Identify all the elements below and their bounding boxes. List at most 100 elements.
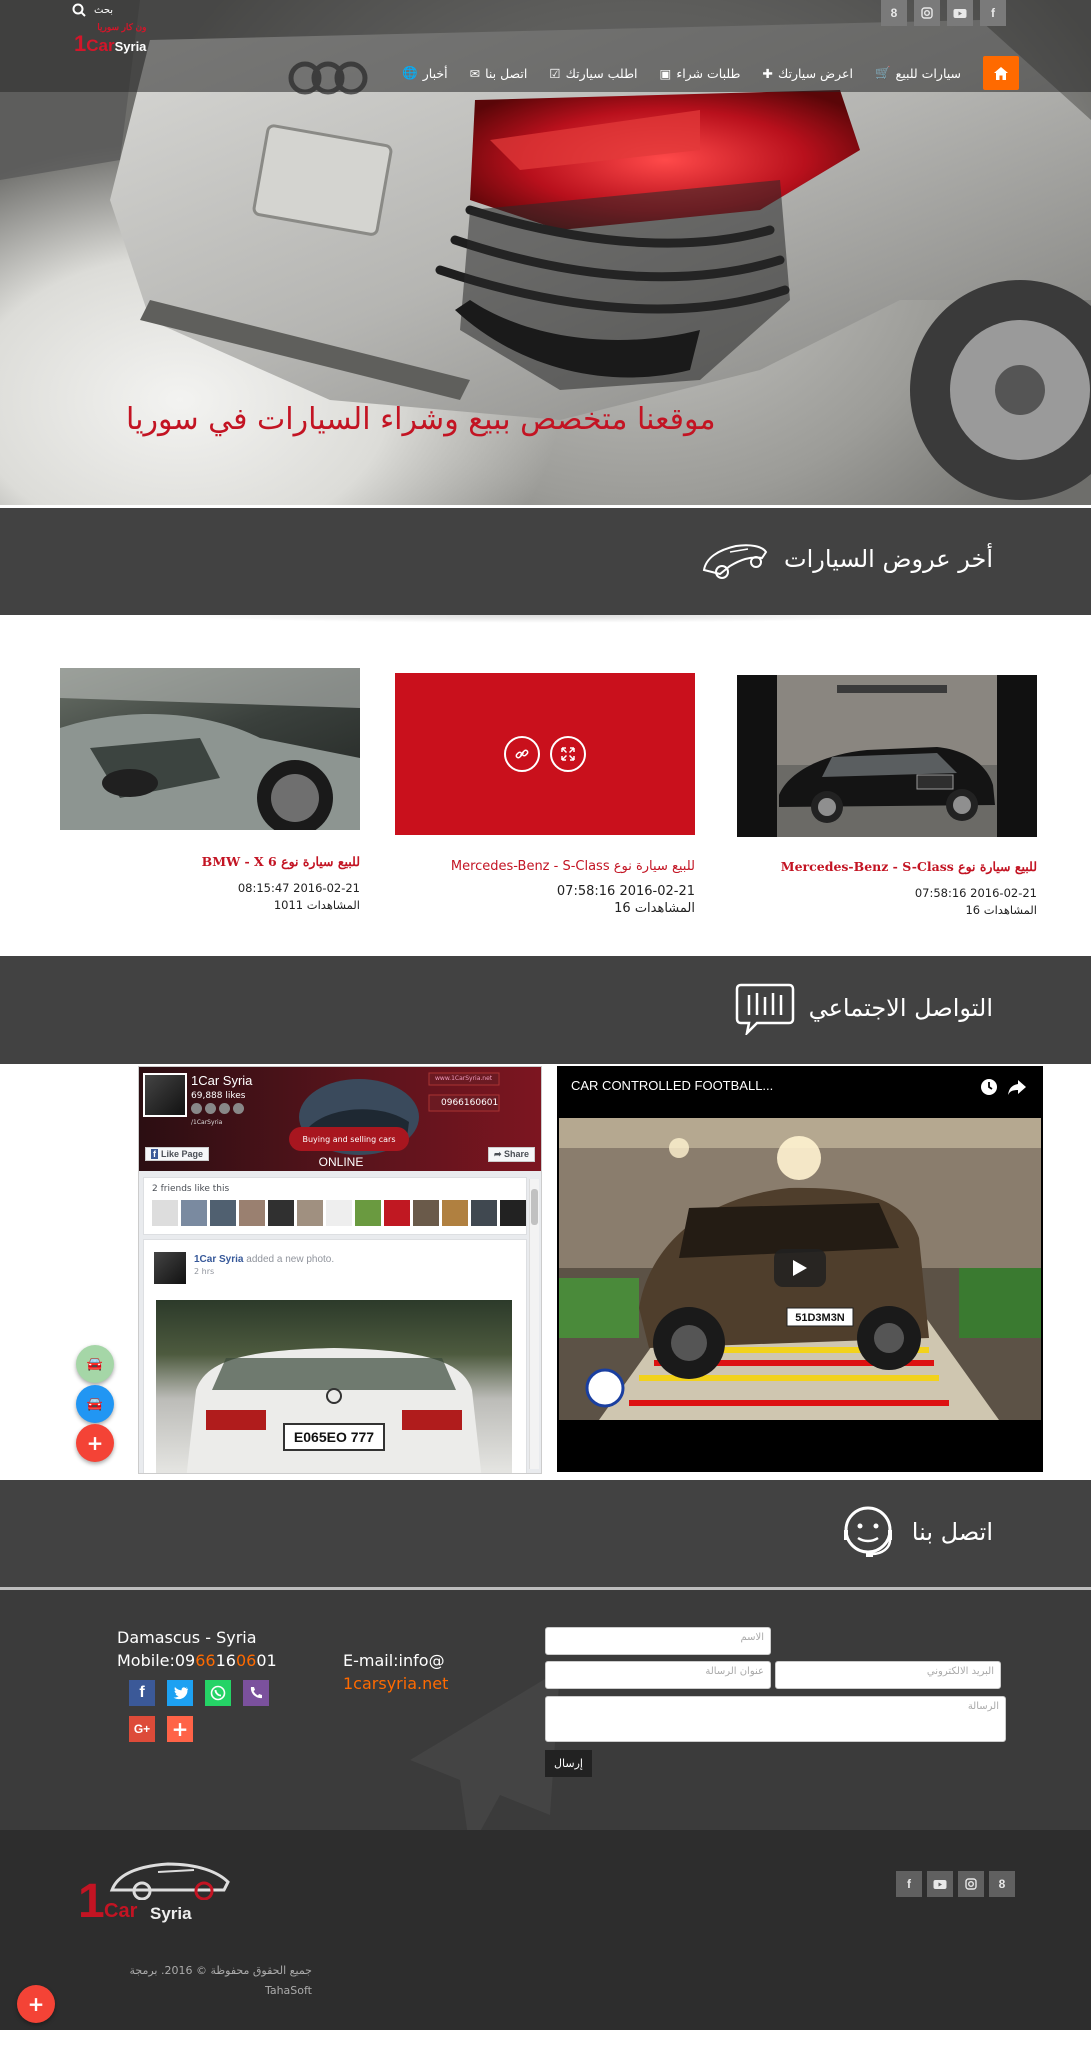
share-icon[interactable] bbox=[1007, 1078, 1027, 1096]
car-logo-icon bbox=[109, 1862, 230, 1900]
contact-name-input[interactable]: الاسم bbox=[545, 1627, 771, 1655]
footer-credit-link[interactable]: TahaSoft bbox=[122, 1984, 312, 1997]
facebook-icon[interactable]: f bbox=[980, 0, 1006, 26]
offer-views-bmw: المشاهدات 1011 bbox=[273, 898, 360, 912]
nav-contact[interactable]: ✉ اتصل بنا bbox=[470, 66, 528, 81]
home-button[interactable] bbox=[983, 56, 1019, 90]
googleplus-icon[interactable]: G+ bbox=[129, 1716, 155, 1742]
instagram-icon[interactable] bbox=[914, 0, 940, 26]
facebook-icon[interactable]: f bbox=[896, 1871, 922, 1897]
fb-avatar[interactable] bbox=[143, 1073, 187, 1117]
clock-icon[interactable] bbox=[980, 1078, 998, 1096]
offer-card-mercedes[interactable]: للبيع سيارة نوع Mercedes-Benz - S-Class … bbox=[737, 675, 1037, 917]
offer-date-mercedes-2: 2016-02-21 07:58:16 bbox=[556, 884, 695, 899]
offer-image-bmw[interactable] bbox=[60, 668, 360, 830]
car-icon: 🚘 bbox=[86, 1356, 104, 1372]
contact-email-link[interactable]: 1carsyria.net bbox=[343, 1674, 448, 1693]
fb-banner-text: Buying and selling cars bbox=[289, 1127, 409, 1151]
googleplus-icon[interactable]: 8 bbox=[989, 1871, 1015, 1897]
fb-friends-text: 2 friends like this bbox=[152, 1184, 230, 1194]
fb-post-photo[interactable]: E065EO 777 bbox=[156, 1300, 512, 1473]
globe-icon: 🌐 bbox=[402, 65, 418, 80]
fab-plus[interactable]: + bbox=[76, 1424, 114, 1462]
youtube-icon[interactable] bbox=[927, 1871, 953, 1897]
search-icon[interactable] bbox=[72, 3, 86, 17]
fb-post-author[interactable]: 1Car Syria bbox=[194, 1254, 243, 1265]
footer: 1 Car Syria f 8 جميع الحقوق محفوظة © 201… bbox=[0, 1830, 1091, 2030]
fb-friend-avatars[interactable] bbox=[152, 1200, 526, 1226]
whatsapp-icon[interactable] bbox=[205, 1680, 231, 1706]
footer-social-links: f 8 bbox=[896, 1871, 1015, 1897]
contact-submit-button[interactable]: إرسال bbox=[545, 1750, 592, 1777]
youtube-icon[interactable] bbox=[947, 0, 973, 26]
contact-subject-input[interactable]: عنوان الرسالة bbox=[545, 1661, 771, 1689]
offer-date-bmw: 2016-02-21 08:15:47 bbox=[237, 881, 360, 895]
contact-mobile: Mobile:0966160601 bbox=[117, 1651, 277, 1670]
fb-post-avatar[interactable] bbox=[154, 1252, 186, 1284]
offer-date-mercedes: 2016-02-21 07:58:16 bbox=[914, 886, 1037, 900]
fb-cover: www.1CarSyria.net 0966160601 Buying and … bbox=[139, 1067, 541, 1171]
nav-news[interactable]: 🌐 أخبار bbox=[402, 65, 447, 81]
fb-post-action: added a new photo. bbox=[246, 1254, 335, 1265]
fab-car-blue[interactable]: 🚘 bbox=[76, 1385, 114, 1423]
nav-request-car[interactable]: ☑ اطلب سيارتك bbox=[549, 66, 637, 81]
offer-title-mercedes-2[interactable]: للبيع سيارة نوع Mercedes-Benz - S-Class bbox=[395, 859, 695, 874]
footer-logo[interactable]: 1 Car Syria bbox=[78, 1860, 230, 1930]
offers-title: أخر عروض السيارات bbox=[700, 536, 993, 582]
offer-image-hover-overlay[interactable] bbox=[395, 673, 695, 835]
nav-cars-for-sale[interactable]: 🛒 سيارات للبيع bbox=[875, 65, 961, 81]
social-header-band: التواصل الاجتماعي bbox=[0, 956, 1091, 1064]
offer-title-bmw[interactable]: للبيع سيارة نوع BMW - X 6 bbox=[60, 854, 360, 869]
footer-copyright: جميع الحقوق محفوظة © 2016. برمجة bbox=[129, 1964, 312, 1977]
fb-friends-box: 2 friends like this bbox=[143, 1177, 527, 1235]
fb-scrollbar[interactable] bbox=[529, 1179, 539, 1469]
expand-icon[interactable] bbox=[550, 736, 586, 772]
fab-plus-bottom[interactable]: + bbox=[17, 1985, 55, 2023]
fb-banner-site: www.1CarSyria.net bbox=[435, 1075, 493, 1082]
facebook-icon[interactable]: f bbox=[129, 1680, 155, 1706]
plus-icon: + bbox=[86, 1431, 104, 1455]
youtube-video-embed[interactable]: CAR CONTROLLED FOOTBALL... 51D3M3N bbox=[557, 1066, 1043, 1472]
fb-page-name[interactable]: 1Car Syria bbox=[191, 1073, 252, 1088]
contact-header-band: اتصل بنا bbox=[0, 1480, 1091, 1587]
play-icon[interactable] bbox=[774, 1249, 826, 1287]
add-icon[interactable]: + bbox=[167, 1716, 193, 1742]
fb-online-label: ONLINE bbox=[318, 1155, 364, 1169]
offer-image-mercedes[interactable] bbox=[737, 675, 1037, 837]
offer-card-bmw[interactable]: للبيع سيارة نوع BMW - X 6 2016-02-21 08:… bbox=[60, 668, 360, 912]
search-box[interactable]: بحث bbox=[72, 0, 113, 20]
offer-title-mercedes[interactable]: للبيع سيارة نوع Mercedes-Benz - S-Class bbox=[737, 859, 1037, 874]
hero-slogan: موقعنا متخصص ببيع وشراء السيارات في سوري… bbox=[126, 402, 716, 437]
instagram-icon[interactable] bbox=[958, 1871, 984, 1897]
contact-message-textarea[interactable]: الرسالة bbox=[545, 1696, 1006, 1742]
twitter-icon[interactable] bbox=[167, 1680, 193, 1706]
nav-purchase-requests[interactable]: ▣ طلبات شراء bbox=[660, 66, 741, 81]
check-icon: ☑ bbox=[549, 65, 561, 81]
car-outline-icon bbox=[702, 544, 768, 579]
logo[interactable]: ون كار سوريا 1CarSyria bbox=[74, 22, 146, 57]
googleplus-icon[interactable]: 8 bbox=[881, 0, 907, 26]
envelope-icon: ✉ bbox=[469, 65, 481, 81]
viber-icon[interactable] bbox=[243, 1680, 269, 1706]
facebook-page-widget[interactable]: www.1CarSyria.net 0966160601 Buying and … bbox=[138, 1066, 542, 1474]
fb-post-time[interactable]: 2 hrs bbox=[194, 1267, 214, 1276]
contact-title: اتصل بنا bbox=[838, 1504, 993, 1560]
yt-thumbnail[interactable]: 51D3M3N bbox=[559, 1118, 1041, 1420]
footer-logo-car: Car bbox=[104, 1900, 138, 1922]
nav-offer-car[interactable]: ✚ اعرض سيارتك bbox=[762, 66, 853, 81]
plus-icon: + bbox=[27, 1992, 45, 2016]
header-social-links: 8 f bbox=[881, 0, 1006, 26]
fab-car-green[interactable]: 🚘 bbox=[76, 1345, 114, 1383]
plus-icon: ✚ bbox=[762, 65, 773, 81]
search-input[interactable]: بحث bbox=[94, 5, 113, 16]
page: بحث ون كار سوريا 1CarSyria 8 f 🛒 سيارات ل… bbox=[0, 0, 1091, 2048]
offer-card-mercedes-hover[interactable]: للبيع سيارة نوع Mercedes-Benz - S-Class … bbox=[395, 673, 695, 916]
yt-video-title[interactable]: CAR CONTROLLED FOOTBALL... bbox=[571, 1078, 773, 1093]
contact-email-label: E-mail:info@ bbox=[343, 1651, 445, 1670]
link-icon[interactable] bbox=[504, 736, 540, 772]
contact-section: Damascus - Syria Mobile:0966160601 E-mai… bbox=[0, 1590, 1091, 1850]
contact-email-input[interactable]: البريد الالكتروني bbox=[775, 1661, 1001, 1689]
fb-photo-plate: E065EO 777 bbox=[293, 1429, 375, 1445]
contact-city: Damascus - Syria bbox=[117, 1628, 257, 1647]
fb-post: 1Car Syria added a new photo. 2 hrs E065… bbox=[143, 1239, 527, 1473]
